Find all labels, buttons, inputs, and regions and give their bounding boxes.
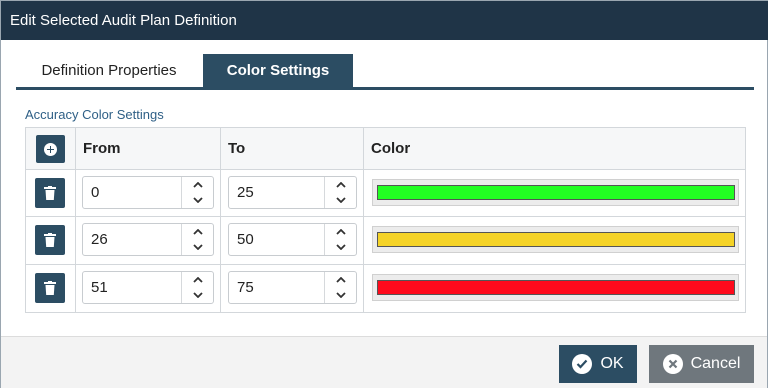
- to-cell: [221, 265, 364, 312]
- chevron-down-icon: [192, 291, 203, 298]
- section-label: Accuracy Color Settings: [25, 107, 164, 122]
- from-spinner: [181, 224, 213, 255]
- row-action-cell: [26, 217, 76, 264]
- trash-icon: [44, 281, 56, 295]
- column-header-from: From: [83, 140, 121, 157]
- ok-button[interactable]: OK: [559, 345, 637, 383]
- trash-icon: [44, 186, 56, 200]
- x-circle-icon: [662, 354, 683, 374]
- color-picker[interactable]: [372, 274, 739, 301]
- chevron-up-icon: [335, 228, 346, 235]
- header-to-cell: To: [221, 128, 364, 169]
- increment-button[interactable]: [325, 177, 356, 192]
- from-numeric-input: [82, 223, 214, 256]
- from-value-field[interactable]: [83, 224, 181, 255]
- add-row-button[interactable]: [36, 135, 65, 163]
- from-numeric-input: [82, 176, 214, 209]
- decrement-button[interactable]: [182, 192, 213, 207]
- to-numeric-input: [228, 176, 357, 209]
- delete-row-button[interactable]: [35, 178, 65, 208]
- to-numeric-input: [228, 223, 357, 256]
- row-action-cell: [26, 265, 76, 312]
- table-row: [26, 170, 745, 217]
- chevron-down-icon: [335, 196, 346, 203]
- color-picker[interactable]: [372, 226, 739, 253]
- chevron-up-icon: [335, 276, 346, 283]
- table-row: [26, 265, 745, 312]
- to-spinner: [324, 272, 356, 303]
- from-value-field[interactable]: [83, 272, 181, 303]
- from-value-field[interactable]: [83, 177, 181, 208]
- tab-definition-properties[interactable]: Definition Properties: [16, 54, 202, 87]
- chevron-up-icon: [192, 181, 203, 188]
- color-cell: [364, 170, 745, 216]
- increment-button[interactable]: [182, 224, 213, 239]
- color-swatch: [377, 280, 735, 295]
- chevron-down-icon: [192, 196, 203, 203]
- dialog-footer: OK Cancel: [1, 336, 767, 388]
- from-cell: [76, 170, 221, 216]
- decrement-button[interactable]: [325, 239, 356, 254]
- table-row: [26, 217, 745, 265]
- to-numeric-input: [228, 271, 357, 304]
- dialog-title: Edit Selected Audit Plan Definition: [1, 1, 768, 40]
- from-cell: [76, 265, 221, 312]
- color-cell: [364, 265, 745, 312]
- from-numeric-input: [82, 271, 214, 304]
- chevron-up-icon: [192, 276, 203, 283]
- check-circle-icon: [572, 354, 593, 374]
- increment-button[interactable]: [182, 272, 213, 287]
- chevron-up-icon: [192, 228, 203, 235]
- decrement-button[interactable]: [325, 287, 356, 302]
- row-action-cell: [26, 170, 76, 216]
- increment-button[interactable]: [182, 177, 213, 192]
- to-spinner: [324, 177, 356, 208]
- edit-audit-plan-dialog: Edit Selected Audit Plan Definition Defi…: [0, 0, 768, 388]
- color-swatch: [377, 185, 735, 200]
- ok-label: OK: [600, 355, 624, 372]
- chevron-down-icon: [192, 243, 203, 250]
- chevron-down-icon: [335, 291, 346, 298]
- to-spinner: [324, 224, 356, 255]
- from-spinner: [181, 272, 213, 303]
- header-color-cell: Color: [364, 128, 745, 169]
- decrement-button[interactable]: [325, 192, 356, 207]
- color-cell: [364, 217, 745, 264]
- to-value-field[interactable]: [229, 177, 327, 208]
- decrement-button[interactable]: [182, 239, 213, 254]
- header-from-cell: From: [76, 128, 221, 169]
- increment-button[interactable]: [325, 224, 356, 239]
- cancel-button[interactable]: Cancel: [649, 345, 754, 383]
- to-value-field[interactable]: [229, 272, 327, 303]
- column-header-color: Color: [371, 140, 411, 157]
- trash-icon: [44, 233, 56, 247]
- cancel-label: Cancel: [690, 355, 741, 372]
- plus-circle-icon: [44, 142, 57, 156]
- delete-row-button[interactable]: [35, 273, 65, 303]
- decrement-button[interactable]: [182, 287, 213, 302]
- to-value-field[interactable]: [229, 224, 327, 255]
- grid-header-row: From To Color: [26, 128, 745, 170]
- to-cell: [221, 170, 364, 216]
- increment-button[interactable]: [325, 272, 356, 287]
- delete-row-button[interactable]: [35, 225, 65, 255]
- color-settings-grid: From To Color: [25, 127, 746, 313]
- header-action-cell: [26, 128, 76, 169]
- from-spinner: [181, 177, 213, 208]
- color-swatch: [377, 232, 735, 247]
- to-cell: [221, 217, 364, 264]
- tab-bar: Definition Properties Color Settings: [16, 54, 754, 90]
- column-header-to: To: [228, 140, 246, 157]
- tab-color-settings[interactable]: Color Settings: [203, 54, 353, 87]
- from-cell: [76, 217, 221, 264]
- chevron-down-icon: [335, 243, 346, 250]
- chevron-up-icon: [335, 181, 346, 188]
- color-picker[interactable]: [372, 179, 739, 206]
